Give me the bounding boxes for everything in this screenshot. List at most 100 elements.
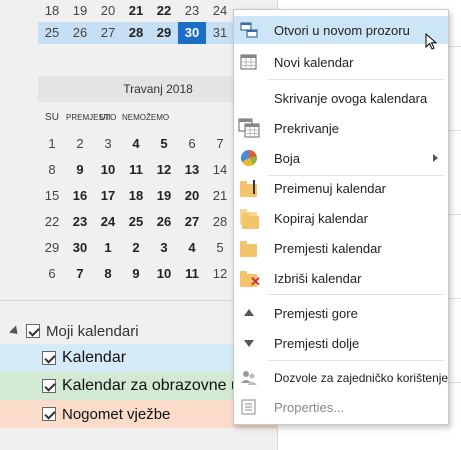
weekday-label: SU [45, 112, 59, 123]
menu-item-move-up[interactable]: Premjesti gore [234, 299, 448, 327]
day-cell[interactable]: 21 [206, 183, 234, 209]
menu-item-label: Premjesti dolje [274, 335, 360, 351]
day-cell[interactable]: 3 [150, 235, 178, 261]
color-icon [240, 149, 258, 167]
weekday-label [150, 108, 178, 128]
day-cell[interactable]: 24 [206, 0, 234, 22]
day-cell[interactable]: 23 [178, 0, 206, 22]
menu-item-hide-calendar[interactable]: Skrivanje ovoga kalendara [234, 84, 448, 112]
menu-separator [268, 360, 444, 361]
collapse-triangle-icon[interactable] [8, 324, 22, 338]
day-cell[interactable]: 22 [150, 0, 178, 22]
day-cell[interactable]: 25 [38, 22, 66, 44]
checkbox-checked-icon[interactable] [26, 324, 40, 338]
menu-item-move-calendar[interactable]: Premjesti kalendar [234, 234, 448, 262]
context-menu: Otvori u novom prozoru Novi kalendar Skr… [233, 9, 449, 425]
day-cell[interactable]: 20 [94, 0, 122, 22]
menu-item-label: Skrivanje ovoga kalendara [274, 90, 428, 106]
day-cell[interactable]: 1 [38, 131, 66, 157]
day-cell[interactable]: 25 [122, 209, 150, 235]
day-cell[interactable]: 10 [150, 261, 178, 287]
day-cell[interactable]: 8 [38, 157, 66, 183]
menu-item-label: Novi kalendar [274, 54, 354, 70]
move-down-icon [240, 334, 258, 352]
weekday-header-row: SU PREMJESTI UTO NEMOŽEMO [38, 108, 234, 128]
day-cell[interactable]: 15 [38, 183, 66, 209]
checkbox-checked-icon[interactable] [42, 407, 56, 421]
menu-item-label: Premjesti kalendar [274, 240, 382, 256]
day-cell[interactable]: 19 [150, 183, 178, 209]
day-cell[interactable]: 2 [122, 235, 150, 261]
menu-item-label: Kopiraj kalendar [274, 210, 368, 226]
new-calendar-icon [240, 54, 257, 70]
day-cell[interactable]: 5 [150, 131, 178, 157]
menu-item-properties[interactable]: Properties... [234, 393, 448, 421]
folder-rename-icon [240, 179, 258, 197]
day-cell[interactable]: 28 [206, 209, 234, 235]
day-cell[interactable]: 31 [206, 22, 234, 44]
day-cell[interactable]: 27 [94, 22, 122, 44]
day-cell[interactable]: 6 [178, 131, 206, 157]
day-cell[interactable]: 14 [206, 157, 234, 183]
day-cell[interactable]: 20 [178, 183, 206, 209]
day-cell[interactable]: 11 [122, 157, 150, 183]
folder-copy-icon [240, 209, 259, 229]
day-cell[interactable]: 27 [178, 209, 206, 235]
day-cell[interactable]: 8 [94, 261, 122, 287]
today-cell[interactable]: 30 [178, 22, 206, 44]
calendar-item-label: Kalendar [62, 349, 127, 366]
day-cell[interactable]: 7 [66, 261, 94, 287]
day-cell[interactable]: 10 [94, 157, 122, 183]
menu-separator [268, 294, 444, 295]
week-row: 18 19 20 21 22 23 24 [38, 0, 234, 22]
day-cell[interactable]: 24 [94, 209, 122, 235]
day-cell[interactable]: 26 [150, 209, 178, 235]
day-cell[interactable]: 12 [150, 157, 178, 183]
menu-item-label: Otvori u novom prozoru [274, 22, 410, 38]
day-cell[interactable]: 6 [38, 261, 66, 287]
day-cell[interactable]: 16 [66, 183, 94, 209]
menu-item-label: Izbriši kalendar [274, 270, 362, 286]
menu-item-delete-calendar[interactable]: ✕ Izbriši kalendar [234, 264, 448, 292]
day-cell[interactable]: 30 [66, 235, 94, 261]
day-cell[interactable]: 1 [94, 235, 122, 261]
day-cell[interactable]: 3 [94, 131, 122, 157]
mouse-cursor-icon [425, 33, 438, 50]
weekday-label: UTO [99, 113, 117, 122]
day-cell[interactable]: 18 [38, 0, 66, 22]
menu-item-overlay[interactable]: Prekrivanje [234, 114, 448, 142]
menu-item-color[interactable]: Boja [234, 144, 448, 172]
day-cell[interactable]: 7 [206, 131, 234, 157]
day-cell[interactable]: 29 [38, 235, 66, 261]
day-cell[interactable]: 5 [206, 235, 234, 261]
day-cell[interactable]: 9 [66, 157, 94, 183]
menu-item-open-new-window[interactable]: Otvori u novom prozoru [234, 16, 448, 44]
menu-separator [268, 79, 444, 80]
day-cell[interactable]: 22 [38, 209, 66, 235]
checkbox-checked-icon[interactable] [42, 379, 56, 393]
day-cell[interactable]: 9 [122, 261, 150, 287]
day-cell[interactable]: 18 [122, 183, 150, 209]
folder-move-icon [240, 239, 258, 257]
checkbox-checked-icon[interactable] [42, 351, 56, 365]
day-cell[interactable]: 28 [122, 22, 150, 44]
day-cell[interactable]: 4 [122, 131, 150, 157]
day-cell[interactable]: 17 [94, 183, 122, 209]
overlay-icon [238, 118, 260, 138]
menu-item-sharing-permissions[interactable]: Dozvole za zajedničko korištenje [234, 364, 448, 392]
day-cell[interactable]: 21 [122, 0, 150, 22]
day-cell[interactable]: 26 [66, 22, 94, 44]
day-cell[interactable]: 4 [178, 235, 206, 261]
menu-item-new-calendar[interactable]: Novi kalendar [234, 48, 448, 76]
day-cell[interactable]: 23 [66, 209, 94, 235]
folder-delete-icon: ✕ [240, 269, 261, 288]
day-cell[interactable]: 12 [206, 261, 234, 287]
day-cell[interactable]: 13 [178, 157, 206, 183]
menu-item-rename-calendar[interactable]: Preimenuj kalendar [234, 174, 448, 202]
menu-item-move-down[interactable]: Premjesti dolje [234, 329, 448, 357]
menu-item-copy-calendar[interactable]: Kopiraj kalendar [234, 204, 448, 232]
day-cell[interactable]: 29 [150, 22, 178, 44]
day-cell[interactable]: 2 [66, 131, 94, 157]
day-cell[interactable]: 11 [178, 261, 206, 287]
day-cell[interactable]: 19 [66, 0, 94, 22]
